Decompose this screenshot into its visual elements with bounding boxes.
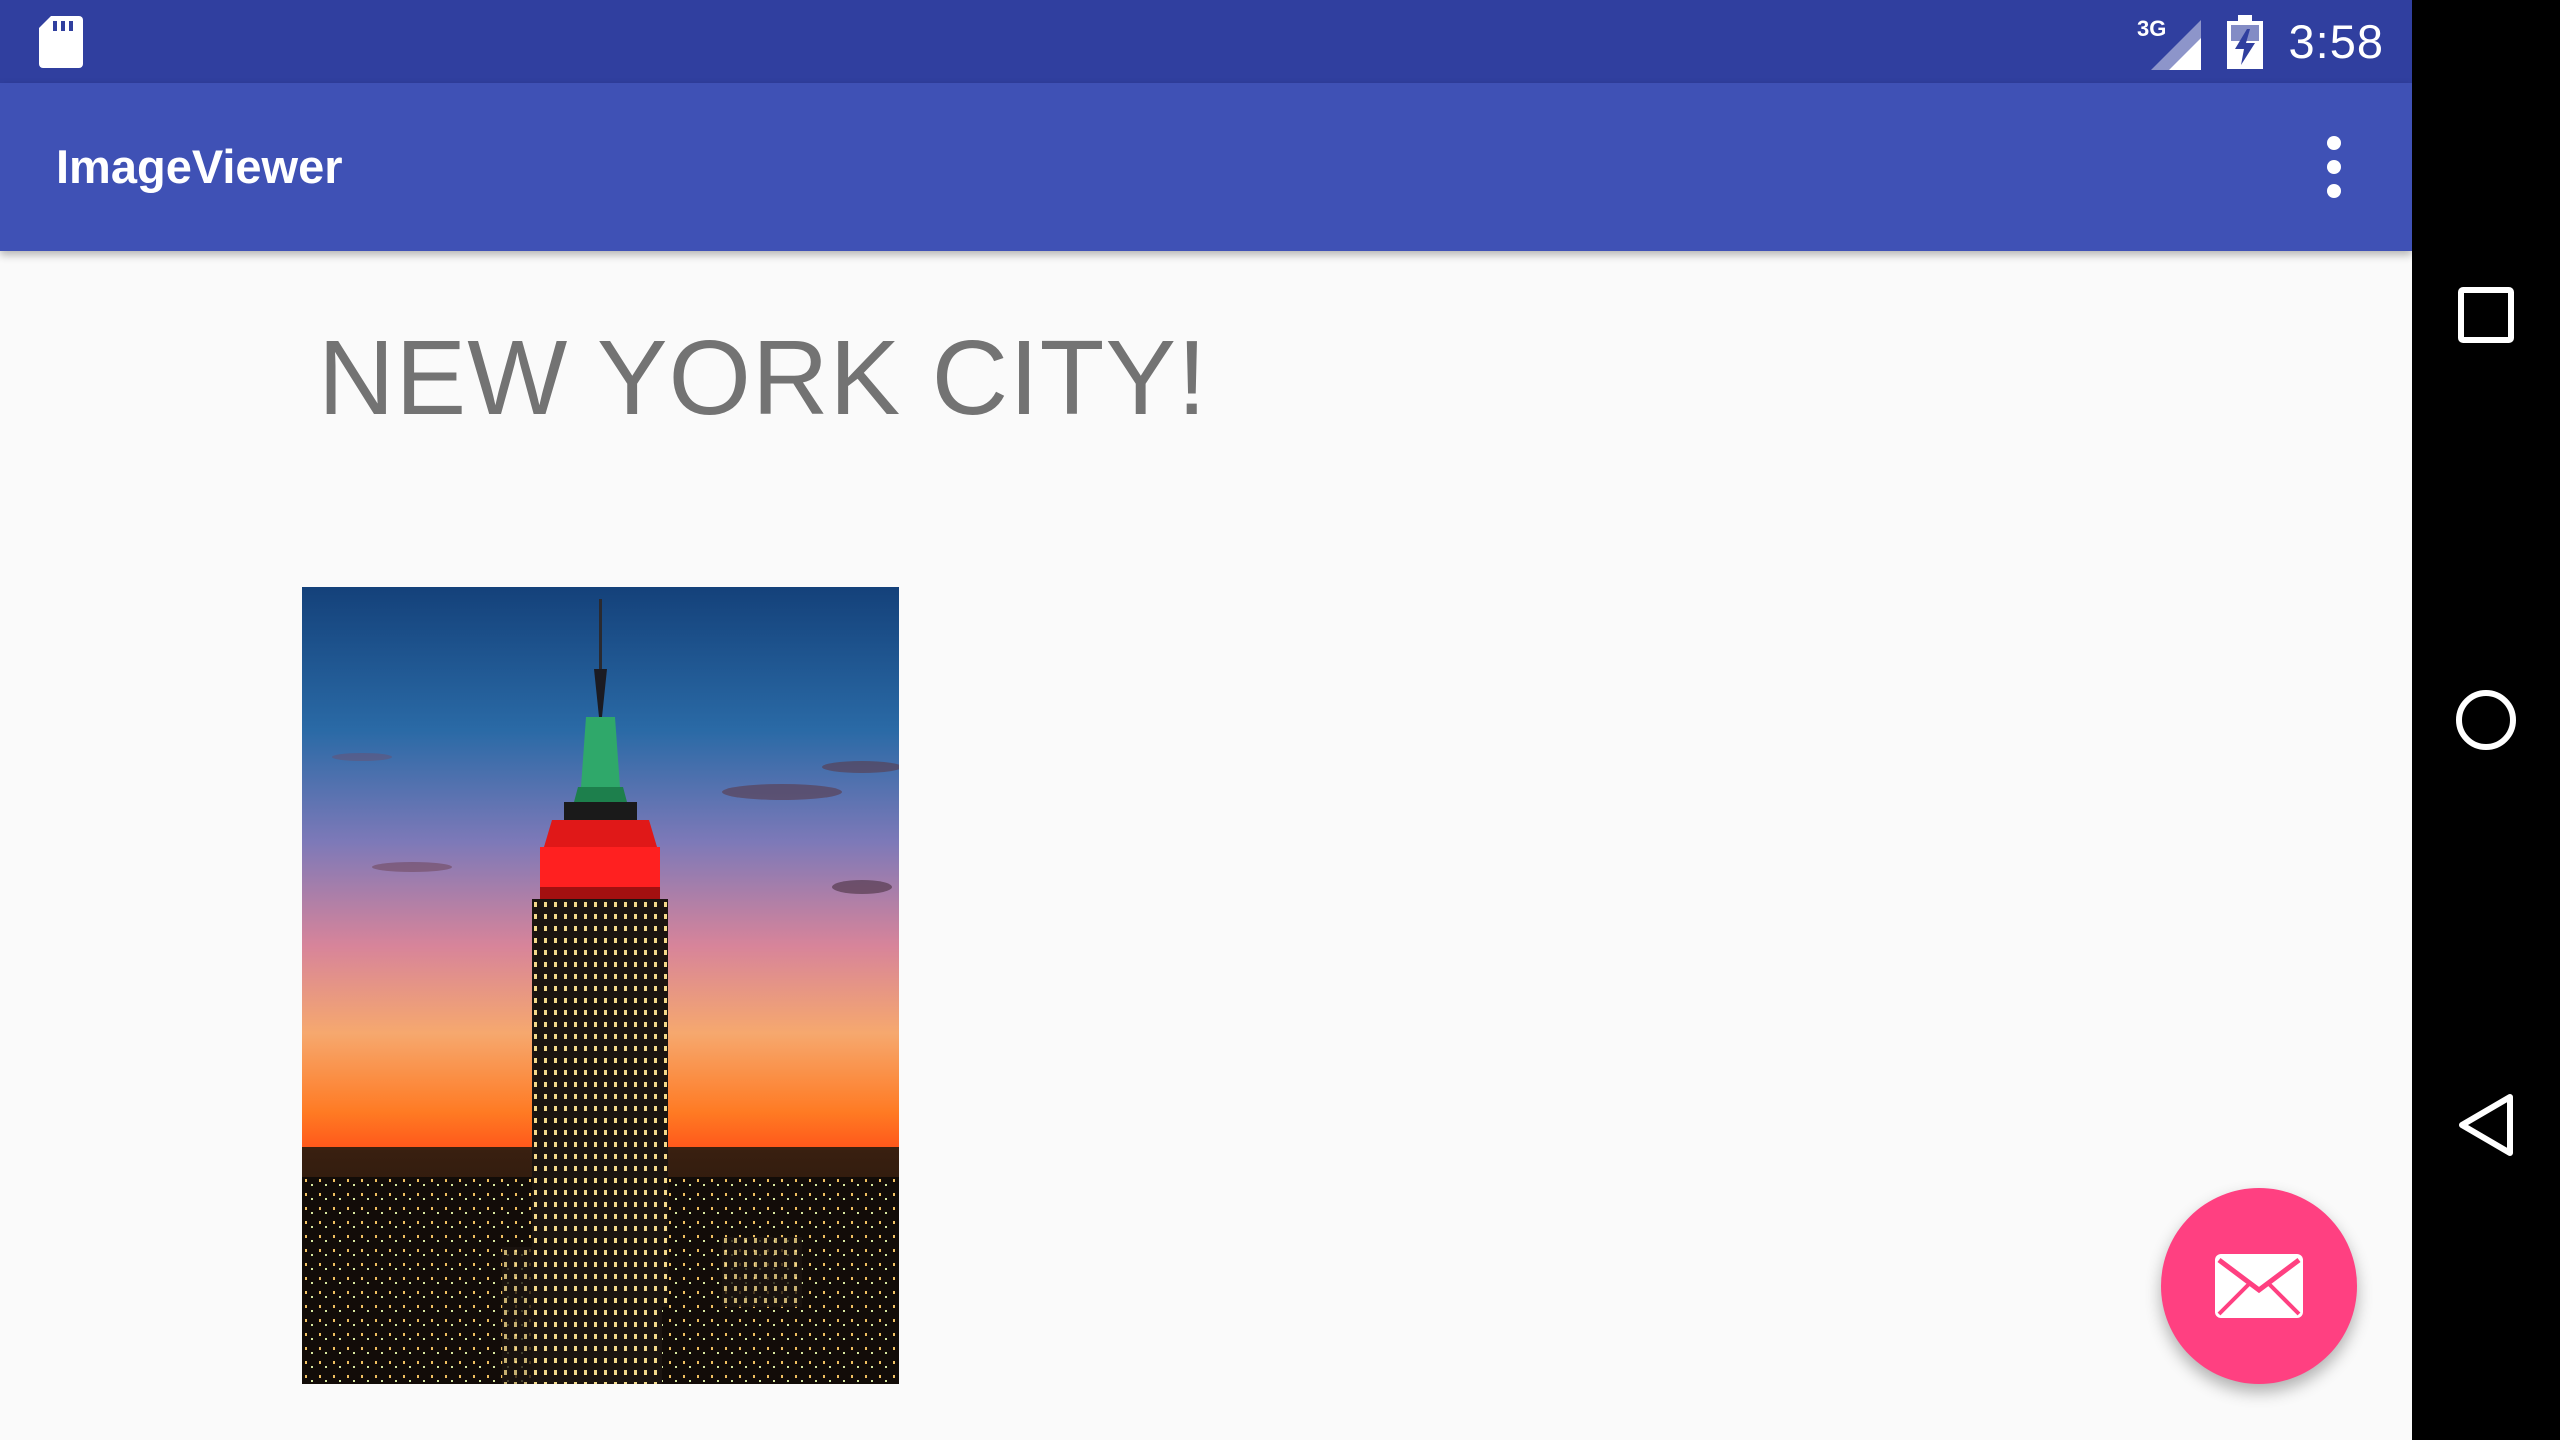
home-button[interactable]	[2412, 645, 2560, 795]
signal-icon: 3G	[2137, 16, 2201, 70]
back-button[interactable]	[2412, 1050, 2560, 1200]
sd-card-icon	[39, 16, 83, 68]
battery-charging-icon	[2226, 14, 2263, 69]
home-icon	[2456, 690, 2516, 750]
status-icons: 3G 3:58	[2137, 0, 2384, 83]
empire-state-building-photo	[302, 587, 899, 1384]
back-icon	[2459, 1094, 2513, 1156]
overflow-menu-dot	[2327, 160, 2341, 174]
clock: 3:58	[2288, 15, 2384, 68]
send-email-fab[interactable]	[2161, 1188, 2357, 1384]
overflow-menu-button[interactable]	[2296, 129, 2372, 205]
app-title: ImageViewer	[56, 140, 343, 193]
recents-button[interactable]	[2412, 240, 2560, 390]
network-type-label: 3G	[2137, 16, 2166, 41]
app-bar: ImageViewer	[0, 83, 2412, 251]
recents-icon	[2458, 287, 2514, 343]
status-bar: 3G 3:58	[0, 0, 2412, 83]
email-icon	[2215, 1254, 2303, 1318]
navigation-bar	[2412, 0, 2560, 1440]
app-screen: 3G 3:58 ImageViewer NEW YORK CITY!	[0, 0, 2412, 1440]
overflow-menu-icon	[2327, 136, 2341, 150]
headline: NEW YORK CITY!	[318, 319, 1208, 437]
overflow-menu-dot	[2327, 184, 2341, 198]
